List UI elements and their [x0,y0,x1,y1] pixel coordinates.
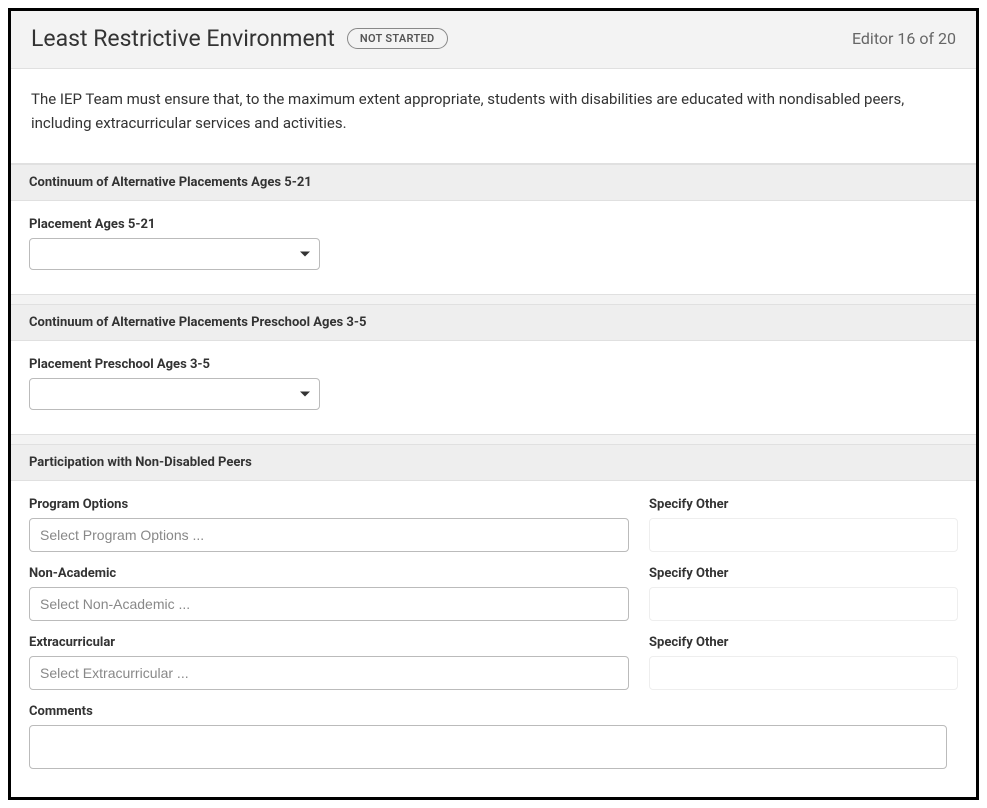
program-options-specify-input[interactable] [649,518,958,552]
placement-3-5-select-wrap [29,378,320,410]
col-program-options-other: Specify Other [649,497,958,552]
section-header-cap-3-5: Continuum of Alternative Placements Pres… [11,304,976,341]
col-extracurricular-other: Specify Other [649,635,958,690]
col-non-academic-other: Specify Other [649,566,958,621]
section-gap [11,294,976,304]
col-extracurricular: Extracurricular [29,635,629,690]
extracurricular-input[interactable] [29,656,629,690]
editor-count: Editor 16 of 20 [852,29,956,48]
intro-text: The IEP Team must ensure that, to the ma… [11,69,976,164]
comments-textarea[interactable] [29,725,947,769]
placement-3-5-select[interactable] [29,378,320,410]
section-header-cap-5-21: Continuum of Alternative Placements Ages… [11,164,976,201]
row-comments: Comments [29,704,958,773]
section-body-participation: Program Options Specify Other Non-Academ… [11,481,976,797]
page-title: Least Restrictive Environment [31,25,335,52]
program-options-specify-label: Specify Other [649,497,958,512]
editor-container: Least Restrictive Environment NOT STARTE… [8,8,979,800]
non-academic-specify-label: Specify Other [649,566,958,581]
non-academic-input[interactable] [29,587,629,621]
placement-5-21-select-wrap [29,238,320,270]
section-body-cap-5-21: Placement Ages 5-21 [11,201,976,294]
extracurricular-specify-label: Specify Other [649,635,958,650]
section-gap [11,434,976,444]
comments-label: Comments [29,704,958,719]
program-options-input[interactable] [29,518,629,552]
section-header-participation: Participation with Non-Disabled Peers [11,444,976,481]
row-extracurricular: Extracurricular Specify Other [29,635,958,690]
header: Least Restrictive Environment NOT STARTE… [11,11,976,69]
non-academic-specify-input[interactable] [649,587,958,621]
placement-3-5-label: Placement Preschool Ages 3-5 [29,357,958,372]
col-program-options: Program Options [29,497,629,552]
header-left: Least Restrictive Environment NOT STARTE… [31,25,448,52]
placement-5-21-select[interactable] [29,238,320,270]
placement-5-21-label: Placement Ages 5-21 [29,217,958,232]
row-non-academic: Non-Academic Specify Other [29,566,958,621]
extracurricular-specify-input[interactable] [649,656,958,690]
program-options-label: Program Options [29,497,629,512]
section-body-cap-3-5: Placement Preschool Ages 3-5 [11,341,976,434]
status-badge: NOT STARTED [347,28,448,49]
non-academic-label: Non-Academic [29,566,629,581]
col-non-academic: Non-Academic [29,566,629,621]
row-program-options: Program Options Specify Other [29,497,958,552]
extracurricular-label: Extracurricular [29,635,629,650]
